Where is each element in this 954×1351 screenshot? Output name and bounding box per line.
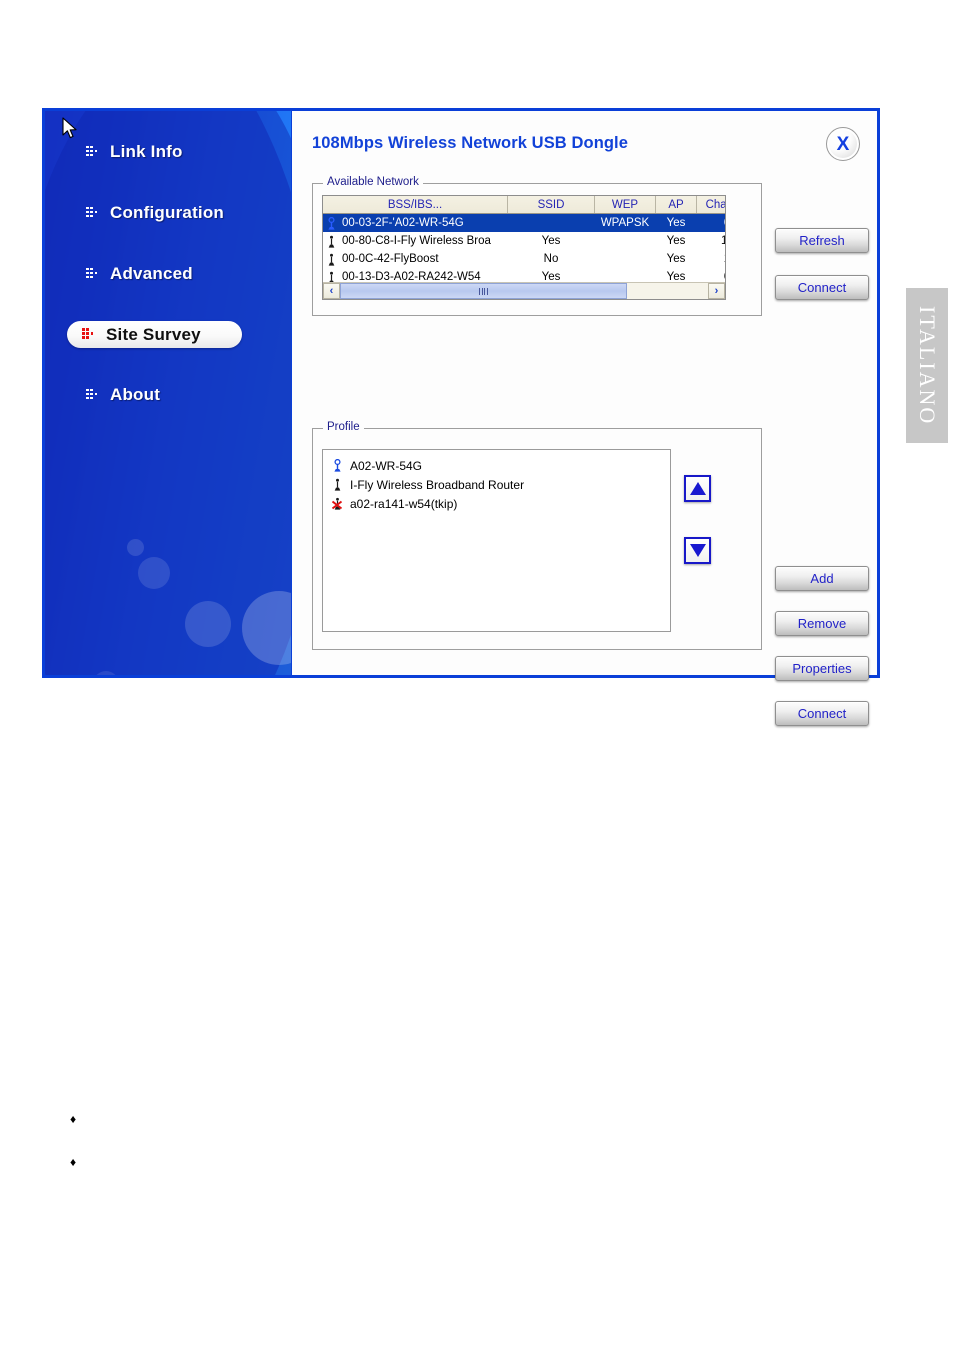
sidebar-item-label: Configuration — [110, 203, 225, 222]
cell-wep: WPAPSK — [594, 213, 656, 232]
sidebar-decoration-bubble — [127, 539, 144, 556]
sidebar-item-about[interactable]: About — [45, 381, 291, 409]
table-row[interactable]: 00-80-C8-I-Fly Wireless Broa Yes Yes 11 — [323, 232, 725, 250]
sidebar-item-label: Site Survey — [106, 324, 201, 344]
profile-list[interactable]: A02-WR-54G I-Fly Wireless Broadband Rout… — [322, 449, 671, 632]
list-item[interactable]: I-Fly Wireless Broadband Router — [329, 475, 664, 494]
wireless-connected-icon — [328, 216, 335, 230]
wireless-tower-icon — [328, 253, 335, 266]
cell-ap: Yes — [666, 235, 686, 247]
cell-ap: Yes — [655, 213, 697, 232]
sidebar-decoration-bubble — [93, 671, 119, 675]
available-network-group: Available Network BSS/IBS... SSID WEP AP… — [312, 176, 762, 316]
profile-legend: Profile — [323, 421, 364, 433]
cell-bssid: 00-0C-42-FlyBoost — [342, 253, 439, 265]
sidebar-decoration-bubble — [242, 591, 291, 665]
bullet-list: ♦ ♦ — [70, 1112, 470, 1198]
application-window: Link Info Configuration Advanced Site Su… — [42, 108, 880, 726]
dot-grid-icon — [86, 145, 99, 159]
column-header-wep[interactable]: WEP — [594, 196, 656, 214]
profile-properties-button[interactable]: Properties — [775, 656, 869, 681]
cell-bssid: 00-03-2F-'A02-WR-54G — [342, 217, 464, 229]
cell-ssid: No — [543, 253, 559, 265]
triangle-up-icon — [689, 482, 706, 495]
language-tab-italiano[interactable]: ITALIANO — [906, 288, 948, 443]
profile-item-label: A02-WR-54G — [350, 458, 423, 473]
diamond-bullet-icon: ♦ — [70, 1112, 77, 1126]
profile-reorder-controls — [684, 475, 711, 564]
cell-channel: 6 — [696, 213, 725, 232]
available-network-table[interactable]: BSS/IBS... SSID WEP AP Channel — [322, 195, 726, 300]
sidebar-decoration-bubble — [138, 557, 170, 589]
scrollbar-grip-icon — [479, 287, 488, 295]
diamond-bullet-icon: ♦ — [70, 1155, 77, 1169]
profile-item-label: I-Fly Wireless Broadband Router — [350, 477, 525, 492]
list-item: ♦ — [70, 1112, 470, 1126]
dot-grid-icon — [82, 328, 95, 341]
cell-wep — [595, 232, 656, 250]
sidebar-item-label: Advanced — [110, 264, 193, 283]
connect-profile-button[interactable]: Connect — [775, 701, 869, 726]
column-header-ap[interactable]: AP — [655, 196, 697, 214]
sidebar-nav: Link Info Configuration Advanced Site Su… — [45, 111, 291, 409]
cell-channel: 11 — [697, 232, 725, 250]
cell-ssid: Yes — [541, 235, 561, 247]
table-row[interactable]: 00-03-2F-'A02-WR-54G WPAPSK Yes 6 — [323, 213, 725, 232]
cell-ssid — [507, 213, 595, 232]
sidebar: Link Info Configuration Advanced Site Su… — [45, 111, 291, 675]
triangle-down-icon — [689, 544, 706, 557]
wireless-tower-icon — [328, 235, 335, 248]
remove-profile-button[interactable]: Remove — [775, 611, 869, 636]
dot-grid-icon — [86, 388, 99, 402]
scroll-left-icon[interactable]: ‹ — [323, 283, 340, 299]
cell-channel: 1 — [697, 250, 725, 268]
page-title: 108Mbps Wireless Network USB Dongle — [312, 134, 629, 152]
refresh-button[interactable]: Refresh — [775, 228, 869, 253]
sidebar-item-site-survey[interactable]: Site Survey — [67, 321, 242, 348]
available-network-legend: Available Network — [323, 176, 423, 188]
sidebar-item-label: About — [110, 385, 161, 404]
close-icon: X — [836, 133, 850, 155]
content-panel: 108Mbps Wireless Network USB Dongle X Av… — [291, 111, 877, 726]
cell-ap: Yes — [666, 253, 686, 265]
sidebar-decoration-bubble — [185, 601, 231, 647]
profile-group: Profile A02-WR-54G I-Fly Wireless Broadb… — [312, 421, 762, 650]
column-header-channel[interactable]: Channel — [696, 196, 725, 214]
close-button[interactable]: X — [826, 127, 860, 161]
move-down-button[interactable] — [684, 537, 711, 564]
wireless-disabled-icon — [332, 497, 343, 510]
scroll-right-icon[interactable]: › — [708, 283, 725, 299]
table-header-row: BSS/IBS... SSID WEP AP Channel — [323, 196, 725, 214]
sidebar-item-configuration[interactable]: Configuration — [45, 199, 291, 227]
sidebar-item-label: Link Info — [110, 142, 183, 161]
dot-grid-icon — [86, 267, 99, 281]
sidebar-item-advanced[interactable]: Advanced — [45, 260, 291, 288]
cell-wep — [595, 250, 656, 268]
cell-bssid: 00-80-C8-I-Fly Wireless Broa — [342, 235, 491, 247]
column-header-ssid[interactable]: SSID — [507, 196, 595, 214]
list-item[interactable]: A02-WR-54G — [329, 456, 664, 475]
wireless-tower-icon — [334, 478, 341, 491]
language-tab-label: ITALIANO — [915, 305, 940, 426]
horizontal-scrollbar[interactable]: ‹ › — [323, 282, 725, 299]
sidebar-item-link-info[interactable]: Link Info — [45, 138, 291, 166]
list-item[interactable]: a02-ra141-w54(tkip) — [329, 494, 664, 513]
move-up-button[interactable] — [684, 475, 711, 502]
column-header-bssid[interactable]: BSS/IBS... — [323, 196, 508, 214]
table-row[interactable]: 00-0C-42-FlyBoost No Yes 1 — [323, 250, 725, 268]
scrollbar-thumb[interactable] — [340, 283, 628, 299]
wireless-connected-icon — [334, 459, 341, 472]
scrollbar-track[interactable] — [340, 283, 708, 299]
dot-grid-icon — [86, 206, 99, 220]
list-item: ♦ — [70, 1155, 470, 1169]
add-profile-button[interactable]: Add — [775, 566, 869, 591]
profile-item-label: a02-ra141-w54(tkip) — [350, 496, 458, 511]
connect-network-button[interactable]: Connect — [775, 275, 869, 300]
